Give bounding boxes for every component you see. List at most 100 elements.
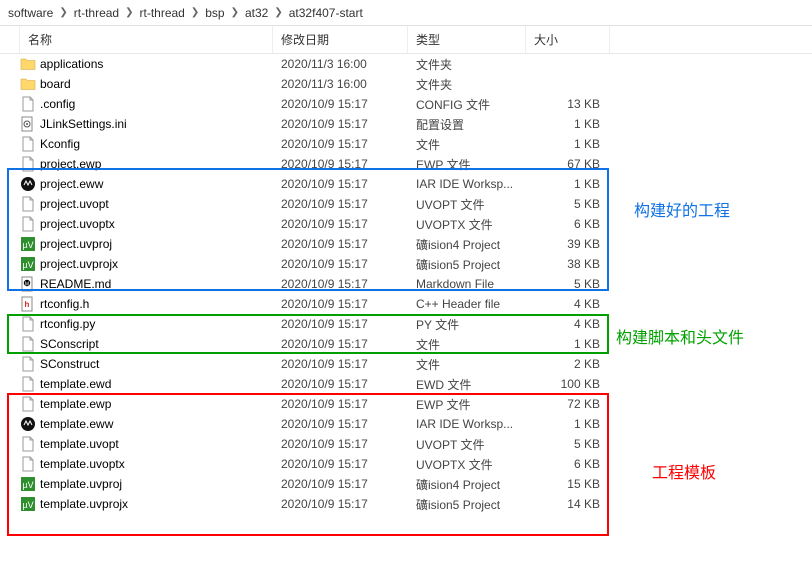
file-date-cell: 2020/10/9 15:17	[273, 357, 408, 371]
file-row[interactable]: .config2020/10/9 15:17CONFIG 文件13 KB	[0, 94, 812, 114]
file-row[interactable]: µVproject.uvprojx2020/10/9 15:17礦ision5 …	[0, 254, 812, 274]
file-row[interactable]: MREADME.md2020/10/9 15:17Markdown File5 …	[0, 274, 812, 294]
file-name-label: template.ewp	[40, 397, 111, 411]
uv-icon: µV	[20, 496, 36, 512]
file-row[interactable]: template.uvopt2020/10/9 15:17UVOPT 文件5 K…	[0, 434, 812, 454]
file-name-label: SConscript	[40, 337, 99, 351]
file-type-cell: 礦ision4 Project	[408, 476, 526, 493]
file-type-cell: 配置设置	[408, 116, 526, 133]
file-size-cell: 6 KB	[526, 217, 610, 231]
column-type[interactable]: 类型	[408, 26, 526, 53]
iar-icon	[20, 176, 36, 192]
file-name-label: template.uvprojx	[40, 497, 128, 511]
file-icon	[20, 216, 36, 232]
file-icon	[20, 336, 36, 352]
annotation-label-blue: 构建好的工程	[634, 197, 730, 221]
file-size-cell: 1 KB	[526, 337, 610, 351]
chevron-right-icon: ❯	[121, 7, 137, 18]
file-name-label: SConstruct	[40, 357, 99, 371]
uv-icon: µV	[20, 236, 36, 252]
file-size-cell: 5 KB	[526, 277, 610, 291]
file-type-cell: 文件夹	[408, 56, 526, 73]
file-name-cell: project.uvopt	[20, 196, 273, 212]
file-date-cell: 2020/10/9 15:17	[273, 117, 408, 131]
file-name-cell: template.uvoptx	[20, 456, 273, 472]
file-name-cell: template.uvopt	[20, 436, 273, 452]
file-size-cell: 1 KB	[526, 137, 610, 151]
file-date-cell: 2020/10/9 15:17	[273, 97, 408, 111]
breadcrumb[interactable]: software ❯ rt-thread ❯ rt-thread ❯ bsp ❯…	[0, 0, 812, 26]
file-name-cell: µV project.uvproj	[20, 236, 273, 252]
iar-icon	[20, 416, 36, 432]
file-type-cell: 文件	[408, 336, 526, 353]
svg-text:µV: µV	[22, 480, 33, 490]
column-name[interactable]: 名称	[20, 26, 273, 53]
file-date-cell: 2020/10/9 15:17	[273, 217, 408, 231]
breadcrumb-seg[interactable]: bsp	[203, 6, 226, 20]
file-icon	[20, 156, 36, 172]
file-icon	[20, 436, 36, 452]
chevron-right-icon: ❯	[227, 7, 243, 18]
breadcrumb-seg[interactable]: rt-thread	[138, 6, 187, 20]
svg-text:µV: µV	[22, 260, 33, 270]
file-icon	[20, 356, 36, 372]
file-name-label: template.eww	[40, 417, 113, 431]
file-size-cell: 100 KB	[526, 377, 610, 391]
file-name-cell: applications	[20, 56, 273, 72]
breadcrumb-seg[interactable]: at32f407-start	[287, 6, 365, 20]
file-row[interactable]: template.ewp2020/10/9 15:17EWP 文件72 KB	[0, 394, 812, 414]
file-size-cell: 39 KB	[526, 237, 610, 251]
file-row[interactable]: JLinkSettings.ini2020/10/9 15:17配置设置1 KB	[0, 114, 812, 134]
column-date[interactable]: 修改日期	[273, 26, 408, 53]
column-size-label: 大小	[534, 31, 558, 48]
file-row[interactable]: template.ewd2020/10/9 15:17EWD 文件100 KB	[0, 374, 812, 394]
file-name-label: JLinkSettings.ini	[40, 117, 127, 131]
file-size-cell: 2 KB	[526, 357, 610, 371]
breadcrumb-seg[interactable]: software	[6, 6, 55, 20]
file-list: applications2020/11/3 16:00文件夹board2020/…	[0, 54, 812, 514]
file-row[interactable]: µVproject.uvproj2020/10/9 15:17礦ision4 P…	[0, 234, 812, 254]
file-row[interactable]: board2020/11/3 16:00文件夹	[0, 74, 812, 94]
file-type-cell: C++ Header file	[408, 297, 526, 311]
svg-text:M: M	[25, 281, 29, 287]
file-date-cell: 2020/10/9 15:17	[273, 297, 408, 311]
file-size-cell: 6 KB	[526, 457, 610, 471]
file-name-cell: template.ewp	[20, 396, 273, 412]
file-type-cell: CONFIG 文件	[408, 96, 526, 113]
file-name-cell: project.ewp	[20, 156, 273, 172]
file-name-cell: template.eww	[20, 416, 273, 432]
file-row[interactable]: project.eww2020/10/9 15:17IAR IDE Worksp…	[0, 174, 812, 194]
file-type-cell: UVOPTX 文件	[408, 216, 526, 233]
file-row[interactable]: Kconfig2020/10/9 15:17文件1 KB	[0, 134, 812, 154]
file-name-label: .config	[40, 97, 75, 111]
breadcrumb-seg[interactable]: at32	[243, 6, 270, 20]
file-name-cell: JLinkSettings.ini	[20, 116, 273, 132]
md-icon: M	[20, 276, 36, 292]
file-date-cell: 2020/10/9 15:17	[273, 157, 408, 171]
file-name-label: template.uvoptx	[40, 457, 125, 471]
file-icon	[20, 396, 36, 412]
file-row[interactable]: hrtconfig.h2020/10/9 15:17C++ Header fil…	[0, 294, 812, 314]
file-name-cell: .config	[20, 96, 273, 112]
file-row[interactable]: SConstruct2020/10/9 15:17文件2 KB	[0, 354, 812, 374]
uv-icon: µV	[20, 476, 36, 492]
file-name-label: template.uvproj	[40, 477, 122, 491]
file-name-label: project.uvproj	[40, 237, 112, 251]
file-name-cell: board	[20, 76, 273, 92]
chevron-right-icon: ❯	[270, 7, 286, 18]
file-row[interactable]: µVtemplate.uvprojx2020/10/9 15:17礦ision5…	[0, 494, 812, 514]
uv-icon: µV	[20, 256, 36, 272]
file-name-label: project.ewp	[40, 157, 101, 171]
column-name-label: 名称	[28, 31, 52, 48]
breadcrumb-seg[interactable]: rt-thread	[72, 6, 121, 20]
file-icon	[20, 376, 36, 392]
svg-text:h: h	[25, 300, 30, 309]
file-size-cell: 4 KB	[526, 317, 610, 331]
file-row[interactable]: project.ewp2020/10/9 15:17EWP 文件67 KB	[0, 154, 812, 174]
file-size-cell: 5 KB	[526, 437, 610, 451]
file-type-cell: EWD 文件	[408, 376, 526, 393]
column-size[interactable]: 大小	[526, 26, 610, 53]
file-row[interactable]: applications2020/11/3 16:00文件夹	[0, 54, 812, 74]
file-row[interactable]: template.eww2020/10/9 15:17IAR IDE Works…	[0, 414, 812, 434]
file-type-cell: 文件夹	[408, 76, 526, 93]
